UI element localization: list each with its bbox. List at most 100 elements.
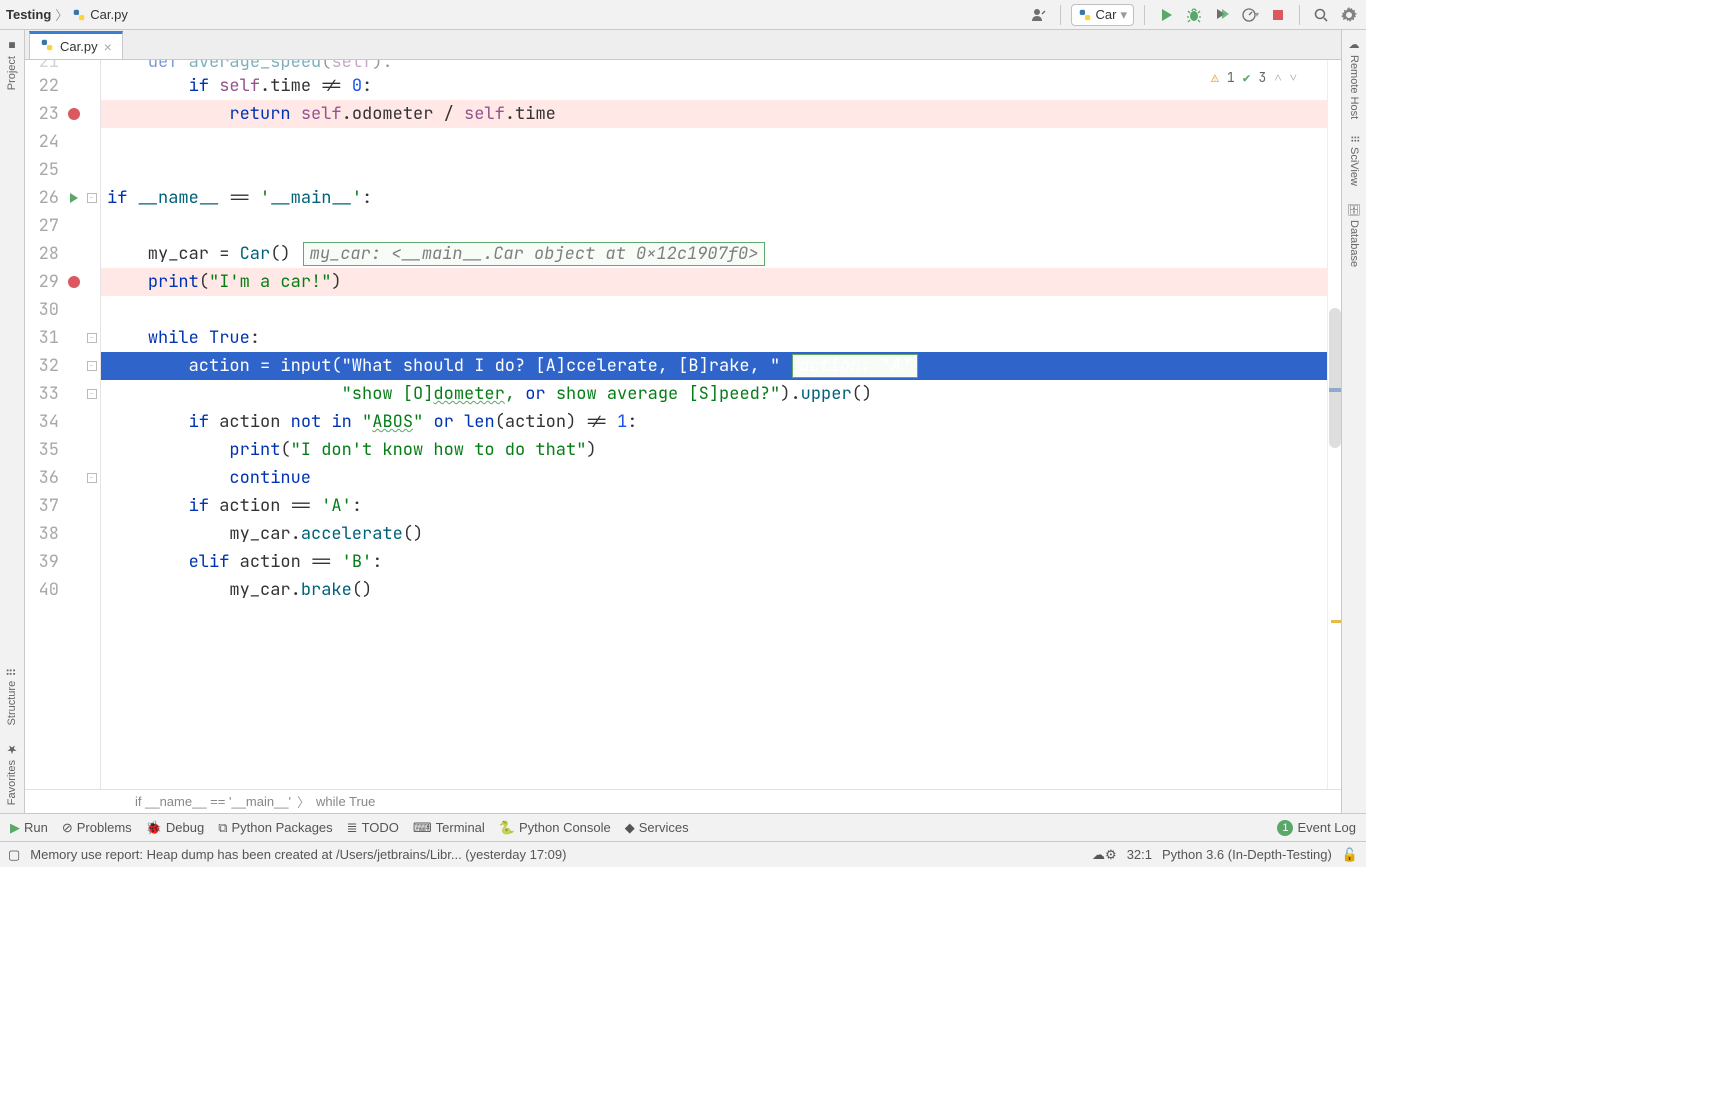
run-config-selector[interactable]: Car ▾ bbox=[1071, 4, 1134, 26]
code-line[interactable]: if self.time != 0: bbox=[101, 72, 1327, 100]
services-icon: ◆ bbox=[625, 820, 635, 836]
structure-tool-tab[interactable]: Structure ⠿ bbox=[3, 660, 21, 733]
project-tool-tab[interactable]: Project ■ bbox=[3, 30, 21, 98]
editor-tab-car-py[interactable]: Car.py × bbox=[29, 31, 123, 59]
code-line[interactable]: my_car.brake() bbox=[101, 576, 1327, 604]
code-line[interactable]: while True: bbox=[101, 324, 1327, 352]
fold-toggle-icon[interactable]: − bbox=[87, 389, 97, 399]
scrollbar-thumb[interactable] bbox=[1329, 308, 1341, 448]
database-icon: 🗄 bbox=[1348, 202, 1361, 216]
remote-host-tool-tab[interactable]: ☁ Remote Host bbox=[1346, 30, 1363, 127]
event-log-tool-tab[interactable]: 1 Event Log bbox=[1277, 820, 1356, 836]
fold-toggle-icon[interactable]: − bbox=[87, 333, 97, 343]
status-bar: ▢ Memory use report: Heap dump has been … bbox=[0, 841, 1366, 867]
star-icon: ★ bbox=[5, 742, 19, 756]
database-tool-tab[interactable]: 🗄 Database bbox=[1346, 194, 1363, 275]
code-line[interactable]: action = input("What should I do? [A]cce… bbox=[101, 352, 1327, 380]
bug-icon: 🐞 bbox=[146, 820, 162, 836]
code-line[interactable]: elif action == 'B': bbox=[101, 548, 1327, 576]
bottom-tool-bar: ▶ Run ⊘ Problems 🐞 Debug ⧉ Python Packag… bbox=[0, 813, 1366, 841]
left-tool-strip: Project ■ Structure ⠿ Favorites ★ bbox=[0, 30, 25, 813]
run-coverage-button[interactable] bbox=[1211, 4, 1233, 26]
debug-tool-tab[interactable]: 🐞 Debug bbox=[146, 820, 205, 836]
terminal-label: Terminal bbox=[436, 820, 485, 835]
database-label: Database bbox=[1348, 220, 1360, 267]
line-number-gutter[interactable]: 2122232425262728293031323334353637383940 bbox=[25, 60, 65, 789]
run-gutter-icon[interactable] bbox=[70, 193, 78, 203]
folder-icon: ■ bbox=[5, 38, 19, 52]
sciview-tool-tab[interactable]: ⠿ SciView bbox=[1346, 127, 1363, 194]
code-breadcrumb-part2[interactable]: while True bbox=[316, 794, 375, 809]
settings-button[interactable] bbox=[1338, 4, 1360, 26]
code-line[interactable] bbox=[101, 296, 1327, 324]
code-line[interactable]: continue bbox=[101, 464, 1327, 492]
breakpoint-icon[interactable] bbox=[68, 276, 80, 288]
status-message[interactable]: Memory use report: Heap dump has been cr… bbox=[30, 847, 566, 862]
bg-tasks-icon[interactable]: ☁⚙ bbox=[1092, 847, 1117, 863]
code-line[interactable] bbox=[101, 156, 1327, 184]
code-line[interactable]: def average_speed(self): bbox=[101, 60, 1327, 72]
code-line[interactable]: print("I don't know how to do that") bbox=[101, 436, 1327, 464]
code-line[interactable]: print("I'm a car!") bbox=[101, 268, 1327, 296]
stop-button[interactable] bbox=[1267, 4, 1289, 26]
search-everywhere-button[interactable] bbox=[1310, 4, 1332, 26]
breakpoint-icon[interactable] bbox=[68, 108, 80, 120]
add-user-icon[interactable] bbox=[1028, 4, 1050, 26]
breadcrumb[interactable]: Testing 〉 Car.py bbox=[6, 5, 128, 24]
fold-toggle-icon[interactable]: − bbox=[87, 361, 97, 371]
code-editor[interactable]: 2122232425262728293031323334353637383940… bbox=[25, 60, 1341, 789]
error-stripe[interactable] bbox=[1327, 60, 1341, 789]
code-line[interactable]: if action not in "ABOS" or len(action) !… bbox=[101, 408, 1327, 436]
run-tool-tab[interactable]: ▶ Run bbox=[10, 820, 48, 836]
breakpoint-gutter[interactable] bbox=[65, 60, 83, 789]
fold-gutter[interactable]: − − − − − bbox=[83, 60, 101, 789]
breadcrumb-project[interactable]: Testing bbox=[6, 7, 51, 22]
code-line[interactable] bbox=[101, 128, 1327, 156]
todo-label: TODO bbox=[362, 820, 399, 835]
python-interpreter[interactable]: Python 3.6 (In-Depth-Testing) bbox=[1162, 847, 1332, 862]
run-button[interactable] bbox=[1155, 4, 1177, 26]
python-console-tool-tab[interactable]: 🐍 Python Console bbox=[499, 820, 611, 836]
play-icon: ▶ bbox=[10, 820, 20, 836]
inline-debug-hint: my_car: <__main__.Car object at 0x12c190… bbox=[303, 242, 766, 266]
close-tab-icon[interactable]: × bbox=[104, 39, 112, 55]
remote-host-label: Remote Host bbox=[1348, 55, 1360, 119]
python-packages-tool-tab[interactable]: ⧉ Python Packages bbox=[218, 820, 332, 836]
favorites-tool-tab[interactable]: Favorites ★ bbox=[3, 734, 21, 813]
python-file-icon bbox=[72, 8, 86, 22]
code-line[interactable]: "show [O]dometer, or show average [S]pee… bbox=[101, 380, 1327, 408]
run-tool-label: Run bbox=[24, 820, 48, 835]
structure-tool-label: Structure bbox=[6, 681, 18, 726]
chevron-down-icon: ▾ bbox=[1120, 7, 1127, 23]
chevron-right-icon: 〉 bbox=[55, 5, 68, 24]
packages-icon: ⧉ bbox=[218, 820, 227, 836]
caret-position[interactable]: 32:1 bbox=[1127, 847, 1152, 862]
fold-toggle-icon[interactable]: − bbox=[87, 473, 97, 483]
list-icon: ≣ bbox=[347, 820, 358, 836]
code-line[interactable]: return self.odometer / self.time bbox=[101, 100, 1327, 128]
code-line[interactable]: my_car = Car()my_car: <__main__.Car obje… bbox=[101, 240, 1327, 268]
chevron-right-icon: 〉 bbox=[297, 792, 310, 811]
python-packages-label: Python Packages bbox=[231, 820, 332, 835]
tool-windows-toggle-icon[interactable]: ▢ bbox=[8, 847, 20, 863]
services-tool-tab[interactable]: ◆ Services bbox=[625, 820, 689, 836]
right-tool-strip: ☁ Remote Host ⠿ SciView 🗄 Database bbox=[1341, 30, 1366, 813]
breadcrumb-file[interactable]: Car.py bbox=[72, 7, 128, 22]
todo-tool-tab[interactable]: ≣ TODO bbox=[347, 820, 399, 836]
lock-icon[interactable]: 🔓 bbox=[1342, 847, 1358, 863]
profile-button[interactable]: ▾ bbox=[1239, 4, 1261, 26]
terminal-tool-tab[interactable]: ⌨ Terminal bbox=[413, 820, 485, 836]
fold-toggle-icon[interactable]: − bbox=[87, 193, 97, 203]
problems-tool-tab[interactable]: ⊘ Problems bbox=[62, 820, 132, 836]
editor-tab-label: Car.py bbox=[60, 39, 98, 54]
code-breadcrumb[interactable]: if __name__ == '__main__' 〉 while True bbox=[25, 789, 1341, 813]
warning-marker bbox=[1331, 620, 1341, 623]
code-line[interactable]: if action == 'A': bbox=[101, 492, 1327, 520]
code-line[interactable] bbox=[101, 212, 1327, 240]
code-line[interactable]: if __name__ == '__main__': bbox=[101, 184, 1327, 212]
inline-debug-hint: action: 'A' bbox=[792, 354, 918, 378]
debug-button[interactable] bbox=[1183, 4, 1205, 26]
code-breadcrumb-part1[interactable]: if __name__ == '__main__' bbox=[135, 794, 291, 809]
code-line[interactable]: my_car.accelerate() bbox=[101, 520, 1327, 548]
code-lines[interactable]: def average_speed(self): if self.time !=… bbox=[101, 60, 1327, 604]
